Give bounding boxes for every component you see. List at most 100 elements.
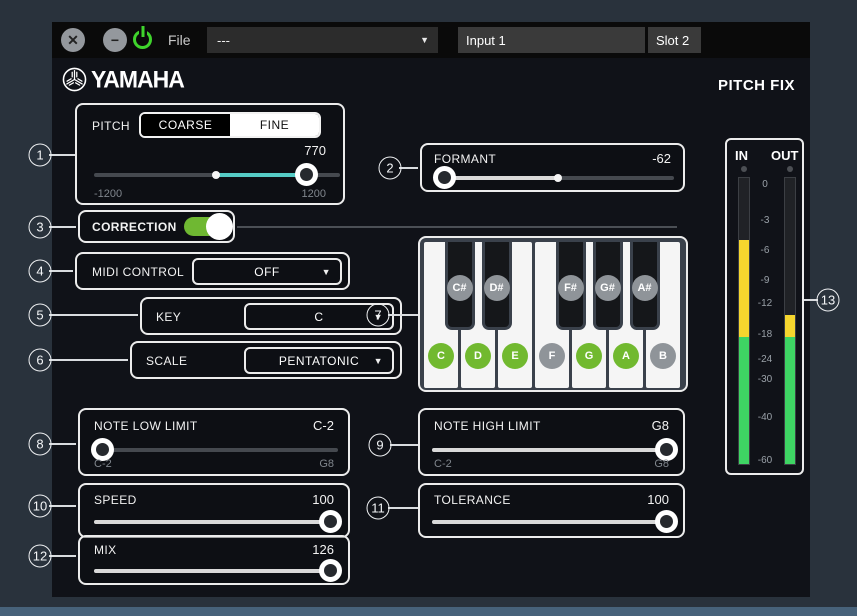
pitch-max-label: 1200 [302,188,326,200]
note-high-limit-min-label: C-2 [434,458,452,470]
brand: YAMAHA [62,66,184,93]
close-button[interactable]: ✕ [61,28,85,52]
note-circle-E[interactable]: E [502,343,528,369]
speed-value: 100 [312,492,334,507]
tolerance-value: 100 [647,492,669,507]
midi-control-label: MIDI CONTROL [92,265,184,279]
db-tick-label: -9 [748,275,782,286]
tolerance-label: TOLERANCE [434,493,511,507]
db-tick-label: 0 [748,179,782,190]
mix-label: MIX [94,543,117,557]
correction-toggle[interactable] [184,217,229,236]
callout-line-7 [388,314,418,316]
pitch-label: PITCH [92,119,130,133]
slot-field[interactable]: Slot 2 [648,27,701,53]
note-low-limit-min-label: C-2 [94,458,112,470]
note-high-limit-slider-track[interactable] [432,448,674,452]
chevron-down-icon: ▼ [374,356,383,366]
note-circle-G#[interactable]: G# [595,275,621,301]
formant-slider-track[interactable] [434,176,674,180]
pitch-slider-fill [216,173,307,177]
speed-slider-track[interactable] [94,520,338,524]
formant-panel: FORMANT -62 [420,143,685,192]
scale-label: SCALE [146,354,187,368]
power-icon [141,26,144,37]
note-low-limit-value: C-2 [313,418,334,433]
callout-line-2 [399,167,418,169]
tolerance-panel: TOLERANCE 100 [418,483,685,538]
bottom-strip [0,607,857,616]
formant-slider-thumb[interactable] [433,166,456,189]
note-circle-B[interactable]: B [650,343,676,369]
db-tick-label: -60 [748,455,782,466]
note-circle-A#[interactable]: A# [632,275,658,301]
db-tick-label: -40 [748,412,782,423]
callout-line-4 [49,270,73,272]
note-circle-C[interactable]: C [428,343,454,369]
note-circle-G[interactable]: G [576,343,602,369]
callout-line-1 [49,154,75,156]
plugin-window: ✕ − File --- ▼ Input 1 Slot 2 [52,22,810,597]
callout-2: 2 [379,157,402,180]
note-circle-D[interactable]: D [465,343,491,369]
pitch-slider-thumb[interactable] [295,163,318,186]
note-low-limit-panel: NOTE LOW LIMIT C-2 C-2 G8 [78,408,350,476]
note-circle-F#[interactable]: F# [558,275,584,301]
file-dropdown[interactable]: --- ▼ [207,27,438,53]
speed-label: SPEED [94,493,137,507]
callout-7: 7 [367,304,390,327]
key-panel: KEY C ▼ [140,297,402,335]
db-tick-label: -30 [748,374,782,385]
db-tick-label: -3 [748,215,782,226]
db-tick-label: -18 [748,329,782,340]
note-circle-A[interactable]: A [613,343,639,369]
key-value: C [314,310,323,324]
pitch-value: 770 [304,143,326,158]
mix-value: 126 [312,542,334,557]
callout-line-3 [49,226,76,228]
callout-line-12 [49,555,76,557]
callout-10: 10 [29,495,52,518]
callout-line-8 [49,443,76,445]
note-high-limit-panel: NOTE HIGH LIMIT G8 C-2 G8 [418,408,685,476]
scale-dropdown[interactable]: PENTATONIC ▼ [244,347,394,374]
formant-slider-fill [444,176,558,180]
minimize-button[interactable]: − [103,28,127,52]
note-low-limit-slider-track[interactable] [94,448,338,452]
coarse-button[interactable]: COARSE [141,114,230,136]
tolerance-slider-thumb[interactable] [655,510,678,533]
note-circle-F[interactable]: F [539,343,565,369]
callout-line-9 [390,444,418,446]
pitch-mode-switch: COARSE FINE [139,112,321,138]
mix-slider-thumb[interactable] [319,559,342,582]
power-button[interactable] [133,30,152,49]
note-circle-C#[interactable]: C# [447,275,473,301]
note-high-limit-label: NOTE HIGH LIMIT [434,419,541,433]
note-circle-D#[interactable]: D# [484,275,510,301]
file-dropdown-value: --- [217,33,230,48]
mix-slider-track[interactable] [94,569,338,573]
formant-slider-center-dot [554,174,562,182]
scale-value: PENTATONIC [279,354,359,368]
callout-13: 13 [817,289,840,312]
correction-toggle-knob[interactable] [206,213,233,240]
input-name-field[interactable]: Input 1 [458,27,645,53]
midi-control-value: OFF [254,265,280,279]
formant-value: -62 [652,151,671,166]
note-high-limit-slider-fill [432,448,667,452]
tolerance-slider-track[interactable] [432,520,674,524]
file-label: File [168,32,191,48]
mix-panel: MIX 126 [78,535,350,585]
plugin-body: YAMAHA PITCH FIX PITCH COARSE FINE 770 -… [52,58,810,597]
tolerance-slider-fill [432,520,667,524]
chevron-down-icon: ▼ [420,35,429,45]
formant-label: FORMANT [434,152,496,166]
fine-button[interactable]: FINE [230,114,319,136]
pitch-panel: PITCH COARSE FINE 770 -1200 1200 [75,103,345,205]
pitch-slider-track[interactable] [94,173,340,177]
chevron-down-icon: ▼ [322,267,331,277]
callout-4: 4 [29,260,52,283]
midi-control-dropdown[interactable]: OFF ▼ [192,258,342,285]
close-icon: ✕ [67,32,79,49]
speed-slider-thumb[interactable] [319,510,342,533]
